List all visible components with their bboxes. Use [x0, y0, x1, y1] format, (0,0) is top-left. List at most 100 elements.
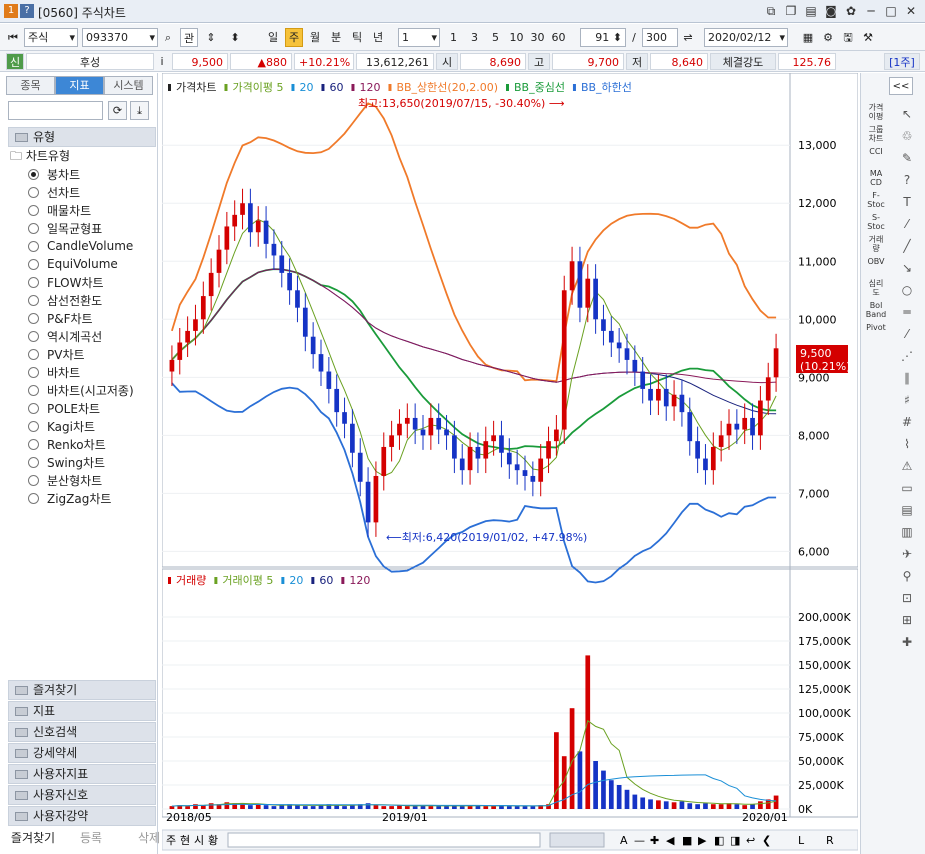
close-icon[interactable]: ✕ — [903, 3, 919, 19]
radio-icon[interactable] — [28, 456, 39, 468]
left-tab-1[interactable]: 지표 — [55, 76, 104, 95]
radio-icon[interactable] — [28, 186, 39, 198]
chart-type-option[interactable]: 일목균형표 — [28, 219, 134, 237]
scroll-thumb[interactable] — [549, 832, 605, 848]
drawing-tool-icon[interactable]: ⁄ — [895, 213, 919, 235]
related-button[interactable]: 관 — [180, 28, 198, 47]
chart-type-option[interactable]: 선차트 — [28, 183, 134, 201]
radio-icon[interactable] — [28, 492, 39, 504]
print-icon[interactable]: ▤ — [803, 3, 819, 19]
chart-type-option[interactable]: CandleVolume — [28, 237, 134, 255]
radio-icon[interactable] — [28, 240, 39, 252]
maximize-icon[interactable]: □ — [883, 3, 899, 19]
section-2[interactable]: 신호검색 — [8, 722, 156, 742]
help-button[interactable]: ? — [20, 4, 34, 18]
radio-icon[interactable] — [28, 222, 39, 234]
indicator-shortcut-9[interactable]: Bol Band — [864, 301, 888, 323]
drawing-tool-icon[interactable]: ⊞ — [895, 609, 919, 631]
radio-icon[interactable] — [28, 312, 39, 324]
period-button-1[interactable]: 주 — [285, 28, 303, 47]
nav-control-icon[interactable]: ◀ — [666, 834, 675, 847]
chart-type-option[interactable]: P&F차트 — [28, 309, 134, 327]
section-1[interactable]: 지표 — [8, 701, 156, 721]
section-4[interactable]: 사용자지표 — [8, 764, 156, 784]
price-legend-item[interactable]: BB_상한선(20,2.00) — [396, 81, 498, 94]
drawing-tool-icon[interactable]: ╱ — [895, 235, 919, 257]
indicator-shortcut-7[interactable]: OBV — [864, 257, 888, 279]
bottom-tab-0[interactable]: 즐겨찾기 — [4, 828, 62, 848]
copy-icon[interactable]: ❐ — [783, 3, 799, 19]
radio-icon[interactable] — [28, 204, 39, 216]
price-legend-item[interactable]: BB_하한선 — [581, 80, 632, 94]
chart-type-option[interactable]: EquiVolume — [28, 255, 134, 273]
drawing-tool-icon[interactable]: ○ — [895, 279, 919, 301]
save-icon[interactable]: 🖫 — [840, 28, 856, 47]
chart-type-option[interactable]: Renko차트 — [28, 435, 134, 453]
nav-left-label[interactable]: L — [798, 834, 805, 847]
radio-icon[interactable] — [28, 348, 39, 360]
chart-type-option[interactable]: 봉차트 — [28, 165, 134, 183]
volume-legend-item[interactable]: 거래이평 5 — [222, 574, 273, 587]
chart-type-option[interactable]: FLOW차트 — [28, 273, 134, 291]
volume-panel[interactable] — [162, 568, 858, 818]
chart-type-option[interactable]: Kagi차트 — [28, 417, 134, 435]
nav-right-label[interactable]: R — [826, 834, 834, 847]
indicator-shortcut-3[interactable]: MA CD — [864, 169, 888, 191]
chart-type-option[interactable]: 역시계곡선 — [28, 327, 134, 345]
price-legend-item[interactable]: 120 — [359, 81, 380, 94]
tools-icon[interactable]: ⚒ — [860, 28, 876, 47]
nav-tab[interactable]: 현 — [180, 834, 190, 847]
indicator-shortcut-2[interactable]: CCI — [864, 147, 888, 169]
quick-interval-0[interactable]: 1 — [444, 28, 463, 47]
radio-icon[interactable] — [28, 366, 39, 378]
period-button-0[interactable]: 일 — [264, 28, 282, 47]
nav-tab[interactable]: 주 — [166, 834, 176, 847]
drawing-tool-icon[interactable]: ♯ — [895, 389, 919, 411]
indicator-shortcut-10[interactable]: Pivot — [864, 323, 888, 345]
nav-control-icon[interactable]: ◧ — [714, 834, 724, 847]
chart-area[interactable]: 13,000 12,000 11,000 10,000 9,000 8,000 7,000 6… — [162, 73, 858, 853]
section-5[interactable]: 사용자신호 — [8, 785, 156, 805]
drawing-tool-icon[interactable]: ✈ — [895, 543, 919, 565]
prev-button[interactable]: << — [889, 77, 913, 95]
settings-icon[interactable]: ✿ — [843, 3, 859, 19]
price-legend-item[interactable]: BB_중심선 — [514, 81, 565, 94]
drawing-tool-icon[interactable]: ▥ — [895, 521, 919, 543]
minimize-icon[interactable]: ─ — [863, 3, 879, 19]
price-legend-item[interactable]: 가격차트 — [176, 81, 216, 94]
section-0[interactable]: 즐겨찾기 — [8, 680, 156, 700]
indicator-shortcut-8[interactable]: 심리 도 — [864, 279, 888, 301]
chart-type-option[interactable]: 바차트 — [28, 363, 134, 381]
period-button-4[interactable]: 틱 — [348, 28, 366, 47]
chart-type-option[interactable]: 매물차트 — [28, 201, 134, 219]
nav-control-icon[interactable]: ❮ — [762, 834, 771, 847]
indicator-shortcut-0[interactable]: 가격 이평 — [864, 103, 888, 125]
volume-legend-item[interactable]: 60 — [319, 574, 333, 587]
price-legend-item[interactable]: 가격이평 5 — [232, 81, 283, 94]
refresh-icon[interactable]: ⟳ — [108, 101, 127, 120]
volume-legend-item[interactable]: 20 — [289, 574, 303, 587]
stock-code-input[interactable]: 093370 ▾ — [82, 28, 158, 47]
nav-tab[interactable]: 황 — [208, 834, 218, 847]
info-icon[interactable]: i — [156, 53, 168, 70]
price-legend-item[interactable]: 60 — [329, 81, 343, 94]
drawing-tool-icon[interactable]: ✚ — [895, 631, 919, 653]
nav-control-icon[interactable]: ▶ — [698, 834, 707, 847]
chart-type-option[interactable]: ZigZag차트 — [28, 489, 134, 507]
radio-icon[interactable] — [28, 294, 39, 306]
drawing-tool-icon[interactable]: ↖ — [895, 103, 919, 125]
radio-icon[interactable] — [28, 168, 39, 180]
drawing-tool-icon[interactable]: ⁄ — [895, 323, 919, 345]
drawing-tool-icon[interactable]: ♲ — [895, 125, 919, 147]
indicator-search-input[interactable] — [8, 101, 103, 120]
search-icon[interactable]: ⌕ — [160, 28, 176, 47]
nav-control-icon[interactable]: ↩ — [746, 834, 755, 847]
drawing-tool-icon[interactable]: ? — [895, 169, 919, 191]
sort-icon[interactable]: ⇕ — [202, 28, 220, 47]
quick-interval-3[interactable]: 10 — [507, 28, 526, 47]
drawing-tool-icon[interactable]: ∥ — [895, 367, 919, 389]
drawing-tool-icon[interactable]: ⋰ — [895, 345, 919, 367]
drawing-tool-icon[interactable]: ⚠ — [895, 455, 919, 477]
drawing-tool-icon[interactable]: ⊡ — [895, 587, 919, 609]
indicator-shortcut-1[interactable]: 그룹 차트 — [864, 125, 888, 147]
